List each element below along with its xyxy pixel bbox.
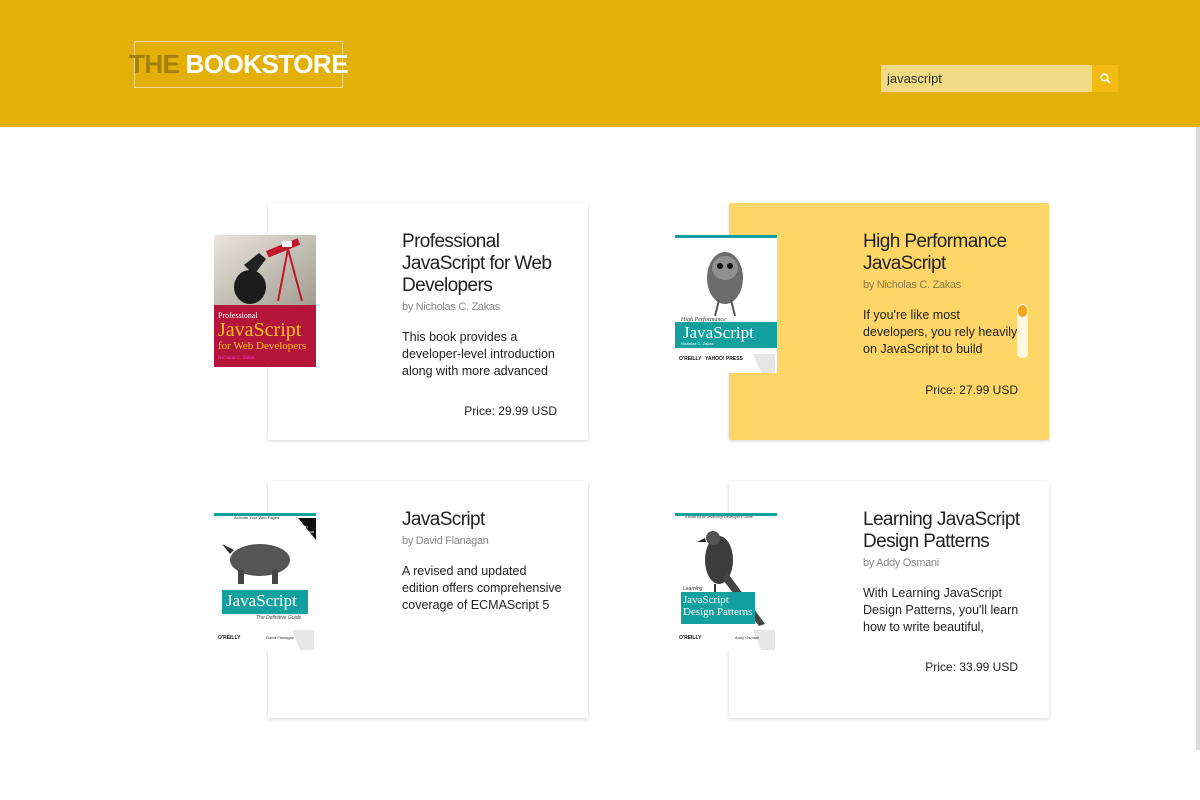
cover-main-text: JavaScript Design Patterns — [683, 594, 753, 618]
cover-art-rhino — [222, 518, 316, 650]
book-cover-professional-javascript[interactable]: Professional JavaScript for Web Develope… — [214, 235, 316, 367]
book-author: by Nicholas C. Zakas — [402, 301, 500, 313]
site-header: THE BOOKSTORE — [0, 0, 1200, 127]
description-scrollbar[interactable] — [1017, 304, 1028, 358]
cover-top-text: Activate Your Web Pages — [234, 515, 280, 520]
book-price: Price: 33.99 USD — [925, 660, 1018, 674]
book-description: If you're like most developers, you rely… — [863, 308, 1018, 356]
book-description: With Learning JavaScript Design Patterns… — [863, 586, 1019, 634]
book-cover-javascript-definitive[interactable]: Activate Your Web Pages 6th Edition Java… — [214, 513, 316, 650]
book-card-javascript-definitive[interactable]: Activate Your Web Pages 6th Edition Java… — [214, 481, 588, 718]
cover-publisher-text: O'REILLY — [679, 635, 702, 641]
book-card-learning-javascript-design-patterns[interactable]: A Book for All JavaScript Developer's Gu… — [675, 481, 1049, 718]
book-title[interactable]: Learning JavaScript Design Patterns — [863, 509, 1023, 553]
cover-top-text: A Book for All JavaScript Developer's Gu… — [685, 515, 753, 519]
book-info: Professional JavaScript for Web Develope… — [402, 231, 562, 380]
book-title[interactable]: Professional JavaScript for Web Develope… — [402, 231, 562, 297]
cover-main-text: JavaScript — [683, 323, 754, 342]
cover-art-bird — [681, 531, 775, 650]
cover-main-text: JavaScript — [226, 591, 297, 610]
search-input[interactable] — [881, 65, 1093, 92]
page-scrollbar[interactable] — [1196, 127, 1200, 750]
search-bar — [881, 65, 1118, 92]
bookstore-logo[interactable]: THE BOOKSTORE — [129, 41, 349, 88]
book-description: This book provides a developer-level int… — [402, 330, 555, 378]
book-title[interactable]: High Performance JavaScript — [863, 231, 1023, 275]
cover-author-text: Nicholas C. Zakas — [218, 356, 255, 361]
book-author: by Nicholas C. Zakas — [863, 279, 961, 291]
book-cover-learning-javascript-design-patterns[interactable]: A Book for All JavaScript Developer's Gu… — [675, 513, 777, 650]
cover-pre-text: Learning — [683, 586, 703, 592]
cover-author-text: Addy Osmani — [735, 635, 760, 640]
book-price: Price: 27.99 USD — [925, 383, 1018, 397]
logo-the: THE — [128, 49, 180, 79]
cover-main-text: JavaScript — [218, 319, 302, 341]
book-info: Learning JavaScript Design Patterns by A… — [863, 509, 1023, 636]
book-card-professional-javascript[interactable]: Professional JavaScript for Web Develope… — [214, 203, 588, 440]
cover-sub-text: for Web Developers — [218, 340, 307, 352]
cover-sub-text: The Definitive Guide — [256, 615, 302, 621]
cover-publisher-text: O'REILLY — [679, 356, 702, 362]
book-title[interactable]: JavaScript — [402, 509, 562, 531]
cover-partner-text: YAHOO! PRESS — [705, 356, 743, 362]
cover-author-text: David Flanagan — [266, 635, 295, 640]
book-description: A revised and updated edition offers com… — [402, 564, 562, 612]
book-author: by David Flanagan — [402, 535, 489, 547]
scrollbar-thumb[interactable] — [1018, 305, 1027, 317]
book-card-high-performance-javascript[interactable]: High Performance JavaScript O'REILLY YAH… — [675, 203, 1049, 440]
search-button[interactable] — [1092, 65, 1118, 92]
book-author: by Addy Osmani — [863, 557, 939, 569]
book-info: High Performance JavaScript by Nicholas … — [863, 231, 1023, 358]
book-info: JavaScript by David Flanagan A revised a… — [402, 509, 562, 614]
cover-badge-text: 6th Edition — [302, 524, 315, 534]
cover-author-text: Nicholas C. Zakas — [681, 341, 714, 346]
logo-bookstore: BOOKSTORE — [185, 49, 349, 79]
book-cover-high-performance-javascript[interactable]: High Performance JavaScript O'REILLY YAH… — [675, 235, 777, 373]
search-icon — [1099, 73, 1111, 84]
cover-publisher-text: O'REILLY — [218, 635, 241, 641]
edition-badge — [282, 241, 292, 247]
book-price: Price: 29.99 USD — [464, 404, 557, 418]
cover-art-owl — [675, 252, 777, 373]
